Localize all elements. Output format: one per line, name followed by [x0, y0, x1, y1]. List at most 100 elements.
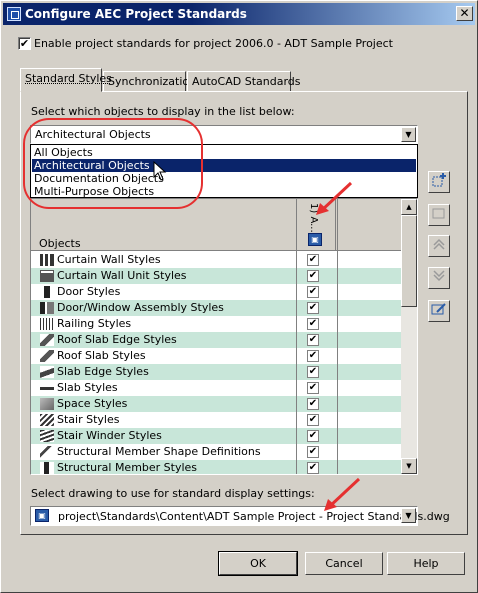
row-label: Structural Member Styles — [57, 461, 198, 474]
column-header-objects[interactable]: Objects — [39, 237, 81, 250]
row-checkbox[interactable]: ✔ — [307, 446, 319, 458]
table-row[interactable]: Space Styles ✔ — [31, 396, 401, 412]
column-header-standards-drawing-label: 1) A... — [308, 203, 319, 233]
row-label: Curtain Wall Unit Styles — [57, 269, 187, 282]
row-checkbox[interactable]: ✔ — [307, 318, 319, 330]
table-row[interactable]: Slab Edge Styles ✔ — [31, 364, 401, 380]
move-down-icon — [433, 270, 445, 282]
curtain-wall-icon — [40, 254, 54, 266]
row-checkbox[interactable]: ✔ — [307, 414, 319, 426]
object-filter-combo[interactable]: Architectural Objects ▼ — [30, 125, 418, 144]
mouse-cursor-icon — [153, 161, 167, 181]
object-filter-dropdown: All Objects Architectural Objects Docume… — [30, 144, 418, 198]
dropdown-option-all-objects[interactable]: All Objects — [32, 146, 416, 159]
edit-drawing-button[interactable] — [428, 300, 450, 322]
space-icon — [40, 398, 54, 410]
curtain-wall-unit-icon — [40, 270, 54, 282]
dropdown-option-documentation-objects[interactable]: Documentation Objects — [32, 172, 416, 185]
window-title: Configure AEC Project Standards — [25, 7, 247, 21]
row-checkbox[interactable]: ✔ — [307, 302, 319, 314]
row-checkbox[interactable]: ✔ — [307, 430, 319, 442]
row-checkbox[interactable]: ✔ — [307, 462, 319, 474]
row-checkbox[interactable]: ✔ — [307, 366, 319, 378]
railing-icon — [40, 318, 54, 330]
scroll-up-button[interactable]: ▲ — [401, 199, 417, 215]
standard-styles-grid: Objects 1) A... ▣ Curtain Wall Styles ✔ C… — [30, 198, 418, 475]
scroll-thumb[interactable] — [401, 215, 417, 307]
chevron-down-icon[interactable]: ▼ — [401, 508, 416, 523]
roof-slab-edge-icon — [40, 334, 54, 346]
table-row[interactable]: Roof Slab Styles ✔ — [31, 348, 401, 364]
grid-vertical-scrollbar[interactable]: ▲ ▼ — [401, 199, 417, 474]
row-checkbox[interactable]: ✔ — [307, 270, 319, 282]
remove-drawing-button[interactable] — [428, 204, 450, 226]
table-row[interactable]: Stair Winder Styles ✔ — [31, 428, 401, 444]
row-label: Slab Styles — [57, 381, 118, 394]
move-up-icon — [433, 238, 445, 250]
drawing-select-label: Select drawing to use for standard displ… — [31, 487, 315, 500]
stair-icon — [40, 414, 54, 426]
column-header-standards-drawing[interactable]: 1) A... ▣ — [296, 199, 336, 251]
row-label: Door/Window Assembly Styles — [57, 301, 224, 314]
stair-winder-icon — [40, 430, 54, 442]
slab-icon — [40, 382, 54, 394]
enable-project-standards-checkbox[interactable]: ✔ — [18, 37, 31, 50]
table-row[interactable]: Railing Styles ✔ — [31, 316, 401, 332]
add-icon — [432, 173, 446, 187]
column-header-blank — [337, 199, 401, 251]
row-checkbox[interactable]: ✔ — [307, 398, 319, 410]
scroll-down-button[interactable]: ▼ — [401, 458, 417, 474]
table-row[interactable]: Door/Window Assembly Styles ✔ — [31, 300, 401, 316]
slab-edge-icon — [40, 366, 54, 378]
drawing-icon: ▣ — [35, 509, 49, 522]
row-label: Door Styles — [57, 285, 121, 298]
structural-member-icon — [40, 462, 54, 474]
row-label: Stair Winder Styles — [57, 429, 162, 442]
table-row[interactable]: Stair Styles ✔ — [31, 412, 401, 428]
row-checkbox[interactable]: ✔ — [307, 350, 319, 362]
app-icon — [7, 7, 21, 21]
row-checkbox[interactable]: ✔ — [307, 382, 319, 394]
table-row[interactable]: Door Styles ✔ — [31, 284, 401, 300]
object-filter-value: Architectural Objects — [35, 128, 151, 141]
grid-rows: Curtain Wall Styles ✔ Curtain Wall Unit S… — [31, 252, 401, 474]
close-button[interactable]: ✕ — [456, 6, 473, 21]
row-checkbox[interactable]: ✔ — [307, 286, 319, 298]
move-down-button[interactable] — [428, 267, 450, 289]
add-drawing-button[interactable] — [428, 171, 450, 193]
table-row[interactable]: Structural Member Styles ✔ — [31, 460, 401, 474]
dropdown-option-multi-purpose-objects[interactable]: Multi-Purpose Objects — [32, 185, 416, 198]
table-row[interactable]: Structural Member Shape Definitions ✔ — [31, 444, 401, 460]
tab-synchronization[interactable]: Synchronization — [103, 71, 196, 91]
row-label: Stair Styles — [57, 413, 120, 426]
table-row[interactable]: Curtain Wall Styles ✔ — [31, 252, 401, 268]
table-row[interactable]: Roof Slab Edge Styles ✔ — [31, 332, 401, 348]
drawing-icon: ▣ — [308, 233, 322, 246]
row-label: Curtain Wall Styles — [57, 253, 161, 266]
row-label: Structural Member Shape Definitions — [57, 445, 261, 458]
table-row[interactable]: Curtain Wall Unit Styles ✔ — [31, 268, 401, 284]
ok-button[interactable]: OK — [218, 551, 298, 576]
row-label: Railing Styles — [57, 317, 132, 330]
drawing-select-combo[interactable]: ▣ project\Standards\Content\ADT Sample P… — [30, 506, 450, 526]
remove-icon — [432, 208, 445, 219]
title-bar: Configure AEC Project Standards ✕ — [3, 3, 475, 25]
cancel-button[interactable]: Cancel — [305, 552, 383, 575]
chevron-down-icon[interactable]: ▼ — [401, 127, 416, 142]
configure-aec-project-standards-dialog: Configure AEC Project Standards ✕ ✔ Enab… — [0, 0, 478, 593]
grid-header: Objects 1) A... ▣ — [31, 199, 401, 251]
dropdown-option-architectural-objects[interactable]: Architectural Objects — [32, 159, 416, 172]
column-divider — [296, 199, 297, 474]
enable-project-standards-label: Enable project standards for project 200… — [34, 37, 393, 50]
drawing-select-value: project\Standards\Content\ADT Sample Pro… — [58, 510, 450, 523]
move-up-button[interactable] — [428, 235, 450, 257]
edit-icon — [431, 303, 446, 315]
tab-standard-styles[interactable]: Standard Styles — [20, 68, 112, 92]
row-checkbox[interactable]: ✔ — [307, 334, 319, 346]
tab-autocad-standards[interactable]: AutoCAD Standards — [187, 71, 301, 91]
row-checkbox[interactable]: ✔ — [307, 254, 319, 266]
roof-slab-icon — [40, 350, 54, 362]
help-button[interactable]: Help — [387, 552, 465, 575]
row-label: Space Styles — [57, 397, 128, 410]
table-row[interactable]: Slab Styles ✔ — [31, 380, 401, 396]
